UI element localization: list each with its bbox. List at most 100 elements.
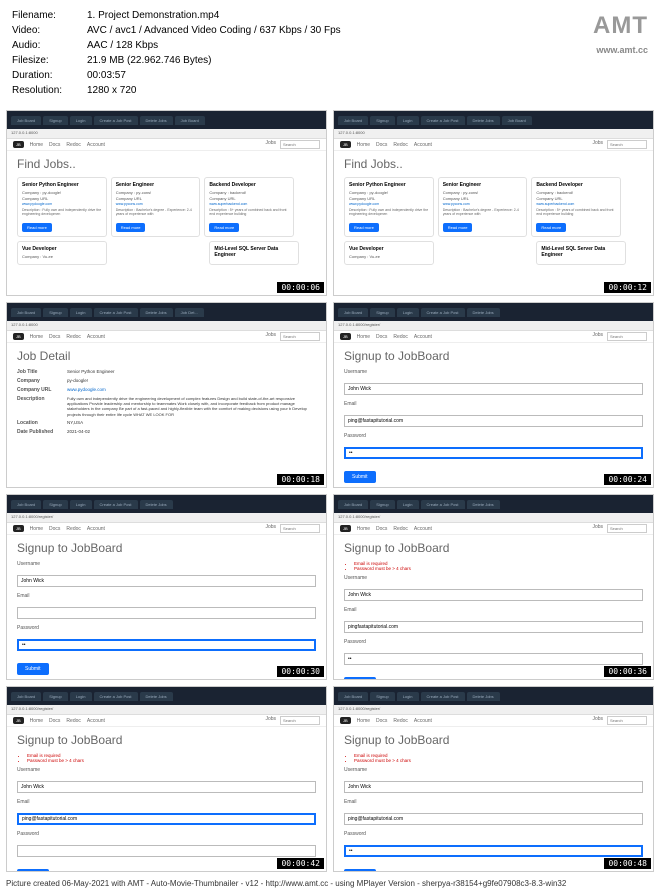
tab[interactable]: Signup bbox=[370, 116, 394, 125]
search-input[interactable] bbox=[280, 716, 320, 725]
tab[interactable]: Create a Job Post bbox=[94, 692, 138, 701]
tab[interactable]: Login bbox=[397, 500, 419, 509]
site-logo[interactable]: JB bbox=[340, 333, 351, 340]
nav-redoc[interactable]: Redoc bbox=[66, 526, 80, 532]
nav-redoc[interactable]: Redoc bbox=[66, 142, 80, 148]
password-field[interactable] bbox=[17, 845, 316, 857]
read-more-button[interactable]: Read more bbox=[349, 223, 379, 232]
password-field[interactable] bbox=[344, 845, 643, 857]
tab[interactable]: Delete Jobs bbox=[140, 692, 173, 701]
tab[interactable]: Job Board bbox=[338, 692, 368, 701]
submit-button[interactable]: Submit bbox=[344, 471, 376, 483]
nav-jobs[interactable]: Jobs bbox=[265, 716, 276, 725]
tab[interactable]: Job Board bbox=[338, 308, 368, 317]
read-more-button[interactable]: Read more bbox=[443, 223, 473, 232]
site-logo[interactable]: JB bbox=[340, 141, 351, 148]
tab[interactable]: Delete Jobs bbox=[467, 692, 500, 701]
nav-redoc[interactable]: Redoc bbox=[66, 334, 80, 340]
nav-home[interactable]: Home bbox=[30, 526, 43, 532]
address-bar[interactable]: 127.0.0.1:8000/register/ bbox=[7, 705, 326, 715]
tab[interactable]: Create a Job Post bbox=[421, 116, 465, 125]
address-bar[interactable]: 127.0.0.1:8000/register/ bbox=[334, 513, 653, 523]
job-url[interactable]: www.superbackend.com bbox=[209, 202, 289, 206]
nav-home[interactable]: Home bbox=[30, 142, 43, 148]
tab[interactable]: Job Board bbox=[11, 116, 41, 125]
submit-button[interactable]: Submit bbox=[17, 869, 49, 871]
tab[interactable]: Login bbox=[397, 116, 419, 125]
search-input[interactable] bbox=[607, 716, 647, 725]
password-field[interactable] bbox=[344, 653, 643, 665]
tab[interactable]: Job Board bbox=[11, 500, 41, 509]
job-url[interactable]: www.pydoogle.com bbox=[22, 202, 102, 206]
nav-docs[interactable]: Docs bbox=[376, 142, 387, 148]
search-input[interactable] bbox=[280, 332, 320, 341]
tab[interactable]: Create a Job Post bbox=[421, 500, 465, 509]
tab[interactable]: Delete Jobs bbox=[140, 308, 173, 317]
tab[interactable]: Signup bbox=[43, 500, 67, 509]
nav-home[interactable]: Home bbox=[357, 526, 370, 532]
address-bar[interactable]: 127.0.0.1:8000 bbox=[7, 129, 326, 139]
nav-jobs[interactable]: Jobs bbox=[592, 716, 603, 725]
email-field[interactable] bbox=[344, 621, 643, 633]
password-field[interactable] bbox=[17, 639, 316, 651]
search-input[interactable] bbox=[607, 140, 647, 149]
site-logo[interactable]: JB bbox=[340, 717, 351, 724]
nav-redoc[interactable]: Redoc bbox=[393, 142, 407, 148]
tab[interactable]: Job Board bbox=[338, 116, 368, 125]
read-more-button[interactable]: Read more bbox=[22, 223, 52, 232]
address-bar[interactable]: 127.0.0.1:8000/register/ bbox=[334, 321, 653, 331]
site-logo[interactable]: JB bbox=[13, 525, 24, 532]
search-input[interactable] bbox=[607, 524, 647, 533]
tab[interactable]: Job Det... bbox=[175, 308, 204, 317]
submit-button[interactable]: Submit bbox=[344, 869, 376, 871]
nav-account[interactable]: Account bbox=[414, 142, 432, 148]
search-input[interactable] bbox=[607, 332, 647, 341]
tab[interactable]: Login bbox=[70, 500, 92, 509]
nav-docs[interactable]: Docs bbox=[49, 526, 60, 532]
detail-value[interactable]: www.pydoogle.com bbox=[67, 387, 316, 393]
site-logo[interactable]: JB bbox=[13, 141, 24, 148]
job-url[interactable]: www.superbackend.com bbox=[536, 202, 616, 206]
read-more-button[interactable]: Read more bbox=[209, 223, 239, 232]
nav-jobs[interactable]: Jobs bbox=[592, 524, 603, 533]
email-field[interactable] bbox=[17, 813, 316, 825]
tab[interactable]: Login bbox=[70, 116, 92, 125]
tab[interactable]: Job Board bbox=[175, 116, 205, 125]
nav-redoc[interactable]: Redoc bbox=[393, 334, 407, 340]
nav-docs[interactable]: Docs bbox=[49, 334, 60, 340]
email-field[interactable] bbox=[17, 607, 316, 619]
job-url[interactable]: www.pydoogle.com bbox=[349, 202, 429, 206]
nav-account[interactable]: Account bbox=[87, 142, 105, 148]
tab[interactable]: Job Board bbox=[11, 308, 41, 317]
site-logo[interactable]: JB bbox=[13, 333, 24, 340]
tab[interactable]: Login bbox=[70, 692, 92, 701]
tab[interactable]: Signup bbox=[370, 308, 394, 317]
email-field[interactable] bbox=[344, 415, 643, 427]
tab[interactable]: Create a Job Post bbox=[421, 692, 465, 701]
tab[interactable]: Job Board bbox=[11, 692, 41, 701]
nav-redoc[interactable]: Redoc bbox=[66, 718, 80, 724]
submit-button[interactable]: Submit bbox=[17, 663, 49, 675]
email-field[interactable] bbox=[344, 813, 643, 825]
tab[interactable]: Delete Jobs bbox=[140, 500, 173, 509]
search-input[interactable] bbox=[280, 524, 320, 533]
nav-docs[interactable]: Docs bbox=[376, 718, 387, 724]
address-bar[interactable]: 127.0.0.1:8000 bbox=[7, 321, 326, 331]
nav-home[interactable]: Home bbox=[357, 142, 370, 148]
job-url[interactable]: www.pycons.com bbox=[116, 202, 196, 206]
submit-button[interactable]: Submit bbox=[344, 677, 376, 679]
nav-docs[interactable]: Docs bbox=[376, 526, 387, 532]
address-bar[interactable]: 127.0.0.1:8000/register/ bbox=[7, 513, 326, 523]
tab[interactable]: Signup bbox=[370, 500, 394, 509]
username-field[interactable] bbox=[344, 383, 643, 395]
nav-redoc[interactable]: Redoc bbox=[393, 718, 407, 724]
tab[interactable]: Signup bbox=[43, 692, 67, 701]
tab[interactable]: Signup bbox=[43, 116, 67, 125]
tab[interactable]: Job Board bbox=[338, 500, 368, 509]
tab[interactable]: Login bbox=[70, 308, 92, 317]
username-field[interactable] bbox=[344, 589, 643, 601]
nav-jobs[interactable]: Jobs bbox=[265, 524, 276, 533]
tab[interactable]: Create a Job Post bbox=[94, 308, 138, 317]
nav-redoc[interactable]: Redoc bbox=[393, 526, 407, 532]
tab[interactable]: Create a Job Post bbox=[421, 308, 465, 317]
